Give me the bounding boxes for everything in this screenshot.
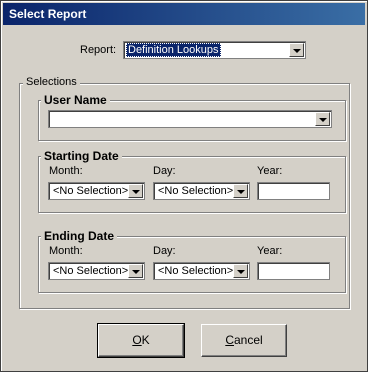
ending-year-input[interactable] <box>257 262 330 280</box>
chevron-down-icon[interactable] <box>233 264 248 278</box>
starting-day-value: <No Selection> <box>158 185 234 197</box>
starting-year-label: Year: <box>257 165 283 177</box>
selections-legend: Selections <box>23 76 80 88</box>
ok-label-rest: K <box>141 333 150 347</box>
starting-day-label: Day: <box>153 165 176 177</box>
ending-year-label: Year: <box>257 245 283 257</box>
select-report-dialog: Select Report Report: Definition Lookups… <box>0 0 368 372</box>
user-name-select[interactable] <box>48 110 332 128</box>
ending-day-value: <No Selection> <box>158 265 234 277</box>
cancel-button[interactable]: Cancel <box>201 324 287 357</box>
starting-day-select[interactable]: <No Selection> <box>153 182 250 200</box>
starting-month-select[interactable]: <No Selection> <box>48 182 145 200</box>
title-bar: Select Report <box>3 3 365 25</box>
ending-day-select[interactable]: <No Selection> <box>153 262 250 280</box>
ending-month-value: <No Selection> <box>53 265 129 277</box>
user-name-legend: User Name <box>41 93 110 107</box>
ending-date-legend: Ending Date <box>41 229 118 243</box>
ok-mnemonic: O <box>132 333 142 347</box>
ending-month-select[interactable]: <No Selection> <box>48 262 145 280</box>
chevron-down-icon[interactable] <box>128 264 143 278</box>
starting-month-label: Month: <box>49 165 83 177</box>
cancel-label-rest: ancel <box>233 333 263 347</box>
chevron-down-icon[interactable] <box>128 184 143 198</box>
chevron-down-icon[interactable] <box>289 43 304 57</box>
starting-month-value: <No Selection> <box>53 185 129 197</box>
chevron-down-icon[interactable] <box>315 112 330 126</box>
user-name-selected-value <box>51 112 55 126</box>
starting-year-input[interactable] <box>257 182 330 200</box>
report-label: Report: <box>80 44 117 56</box>
cancel-mnemonic: C <box>225 333 234 347</box>
ok-button[interactable]: OK <box>97 323 185 358</box>
report-selected-value: Definition Lookups <box>126 43 221 57</box>
ending-month-label: Month: <box>49 245 83 257</box>
ending-day-label: Day: <box>153 245 176 257</box>
report-select[interactable]: Definition Lookups <box>123 41 306 59</box>
chevron-down-icon[interactable] <box>233 184 248 198</box>
starting-date-legend: Starting Date <box>41 149 122 163</box>
